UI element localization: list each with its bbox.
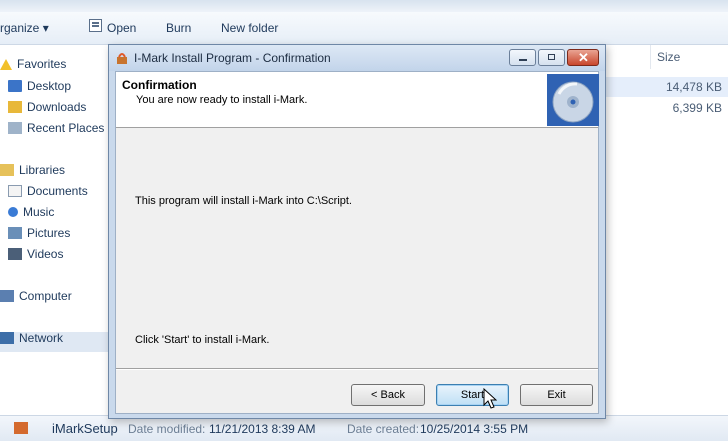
- videos-icon: [8, 248, 22, 260]
- exit-button[interactable]: Exit: [520, 384, 593, 406]
- recent-places-icon: [8, 122, 22, 134]
- header-subtitle: You are now ready to install i-Mark.: [136, 94, 308, 106]
- date-created-value: 10/25/2014 3:55 PM: [420, 422, 529, 436]
- installer-icon: [117, 53, 127, 64]
- button-separator: [116, 368, 598, 370]
- new-folder-button[interactable]: New folder: [221, 21, 278, 35]
- start-instruction: Click 'Start' to install i-Mark.: [135, 334, 270, 346]
- date-modified-value: 11/21/2013 8:39 AM: [209, 422, 316, 436]
- documents-icon: [8, 185, 22, 197]
- file-name: iMarkSetup: [52, 421, 118, 436]
- size-column-header[interactable]: Size: [650, 45, 728, 69]
- setup-file-icon: [14, 422, 28, 434]
- nav-item-network[interactable]: Network: [0, 329, 63, 347]
- nav-item-label: Downloads: [27, 100, 87, 114]
- dialog-titlebar[interactable]: I-Mark Install Program - Confirmation ✕: [109, 45, 605, 71]
- minimize-button[interactable]: [509, 49, 536, 66]
- dialog-header: Confirmation You are now ready to instal…: [116, 72, 599, 128]
- open-button[interactable]: Open: [107, 21, 136, 35]
- nav-item-label: Recent Places: [27, 121, 105, 135]
- cd-disc-icon: [547, 74, 599, 126]
- nav-item-favorites[interactable]: Favorites: [0, 55, 66, 73]
- nav-item-documents[interactable]: Documents: [8, 182, 88, 200]
- dialog-client-area: Confirmation You are now ready to instal…: [115, 71, 599, 414]
- computer-icon: [0, 290, 14, 302]
- nav-item-computer[interactable]: Computer: [0, 287, 72, 305]
- network-icon: [0, 332, 14, 344]
- libraries-icon: [0, 164, 14, 176]
- downloads-icon: [8, 101, 22, 113]
- nav-item-recent-places[interactable]: Recent Places: [8, 119, 104, 137]
- nav-item-desktop[interactable]: Desktop: [8, 77, 71, 95]
- close-button[interactable]: ✕: [567, 49, 599, 66]
- maximize-button[interactable]: [538, 49, 565, 66]
- install-message: This program will install i-Mark into C:…: [135, 195, 352, 207]
- nav-item-label: Favorites: [17, 57, 67, 71]
- nav-item-videos[interactable]: Videos: [8, 245, 63, 263]
- maximize-icon: [548, 54, 555, 60]
- explorer-top-strip: [0, 0, 728, 12]
- date-created-label: Date created:: [347, 422, 420, 436]
- nav-item-label: Computer: [19, 289, 72, 303]
- mouse-pointer-icon: [483, 388, 497, 409]
- file-size-cell: 6,399 KB: [672, 101, 722, 115]
- close-icon: ✕: [578, 50, 589, 65]
- nav-item-label: Network: [19, 331, 64, 345]
- organize-button[interactable]: rganize ▾: [0, 21, 49, 35]
- navigation-pane: Favorites Desktop Downloads Recent Place…: [0, 45, 108, 415]
- nav-item-downloads[interactable]: Downloads: [8, 98, 86, 116]
- back-button[interactable]: < Back: [351, 384, 425, 406]
- minimize-icon: [519, 59, 527, 61]
- burn-button[interactable]: Burn: [166, 21, 191, 35]
- desktop-icon: [8, 80, 22, 92]
- star-icon: [0, 58, 12, 70]
- size-column-label: Size: [657, 50, 681, 64]
- nav-item-label: Music: [23, 205, 55, 219]
- nav-item-label: Videos: [27, 247, 64, 261]
- pictures-icon: [8, 227, 22, 239]
- music-icon: [8, 207, 18, 217]
- nav-item-label: Libraries: [19, 163, 66, 177]
- start-button[interactable]: Start: [436, 384, 509, 406]
- dialog-title: I-Mark Install Program - Confirmation: [134, 51, 331, 65]
- open-icon: [89, 19, 102, 32]
- file-size-cell: 14,478 KB: [665, 80, 722, 94]
- nav-item-label: Documents: [27, 184, 88, 198]
- nav-item-libraries[interactable]: Libraries: [0, 161, 65, 179]
- date-modified-label: Date modified:: [128, 422, 206, 436]
- nav-item-music[interactable]: Music: [8, 203, 54, 221]
- nav-item-pictures[interactable]: Pictures: [8, 224, 70, 242]
- installer-dialog: I-Mark Install Program - Confirmation ✕ …: [108, 44, 606, 419]
- nav-item-label: Desktop: [27, 79, 72, 93]
- explorer-toolbar: rganize ▾ Open Burn New folder: [0, 12, 728, 45]
- header-title: Confirmation: [122, 78, 197, 92]
- nav-item-label: Pictures: [27, 226, 71, 240]
